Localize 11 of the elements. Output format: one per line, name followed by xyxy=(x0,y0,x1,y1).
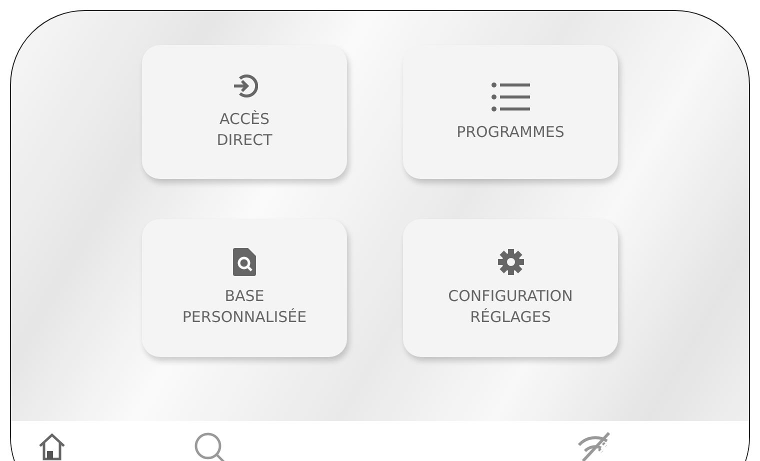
menu-card[interactable]: PROGRAMMES xyxy=(403,45,618,179)
enter-icon xyxy=(232,73,258,99)
wifi-off-icon[interactable] xyxy=(577,431,613,461)
menu-card[interactable]: ACCÈS DIRECT xyxy=(142,45,347,179)
home-icon[interactable] xyxy=(37,431,67,461)
search-icon[interactable] xyxy=(193,431,227,461)
menu-card[interactable]: BASE PERSONNALISÉE xyxy=(142,219,347,357)
file-search-icon xyxy=(232,248,256,276)
menu-card[interactable]: CONFIGURATION RÉGLAGES xyxy=(403,219,618,357)
gear-icon xyxy=(496,248,524,276)
list-icon xyxy=(490,82,530,112)
